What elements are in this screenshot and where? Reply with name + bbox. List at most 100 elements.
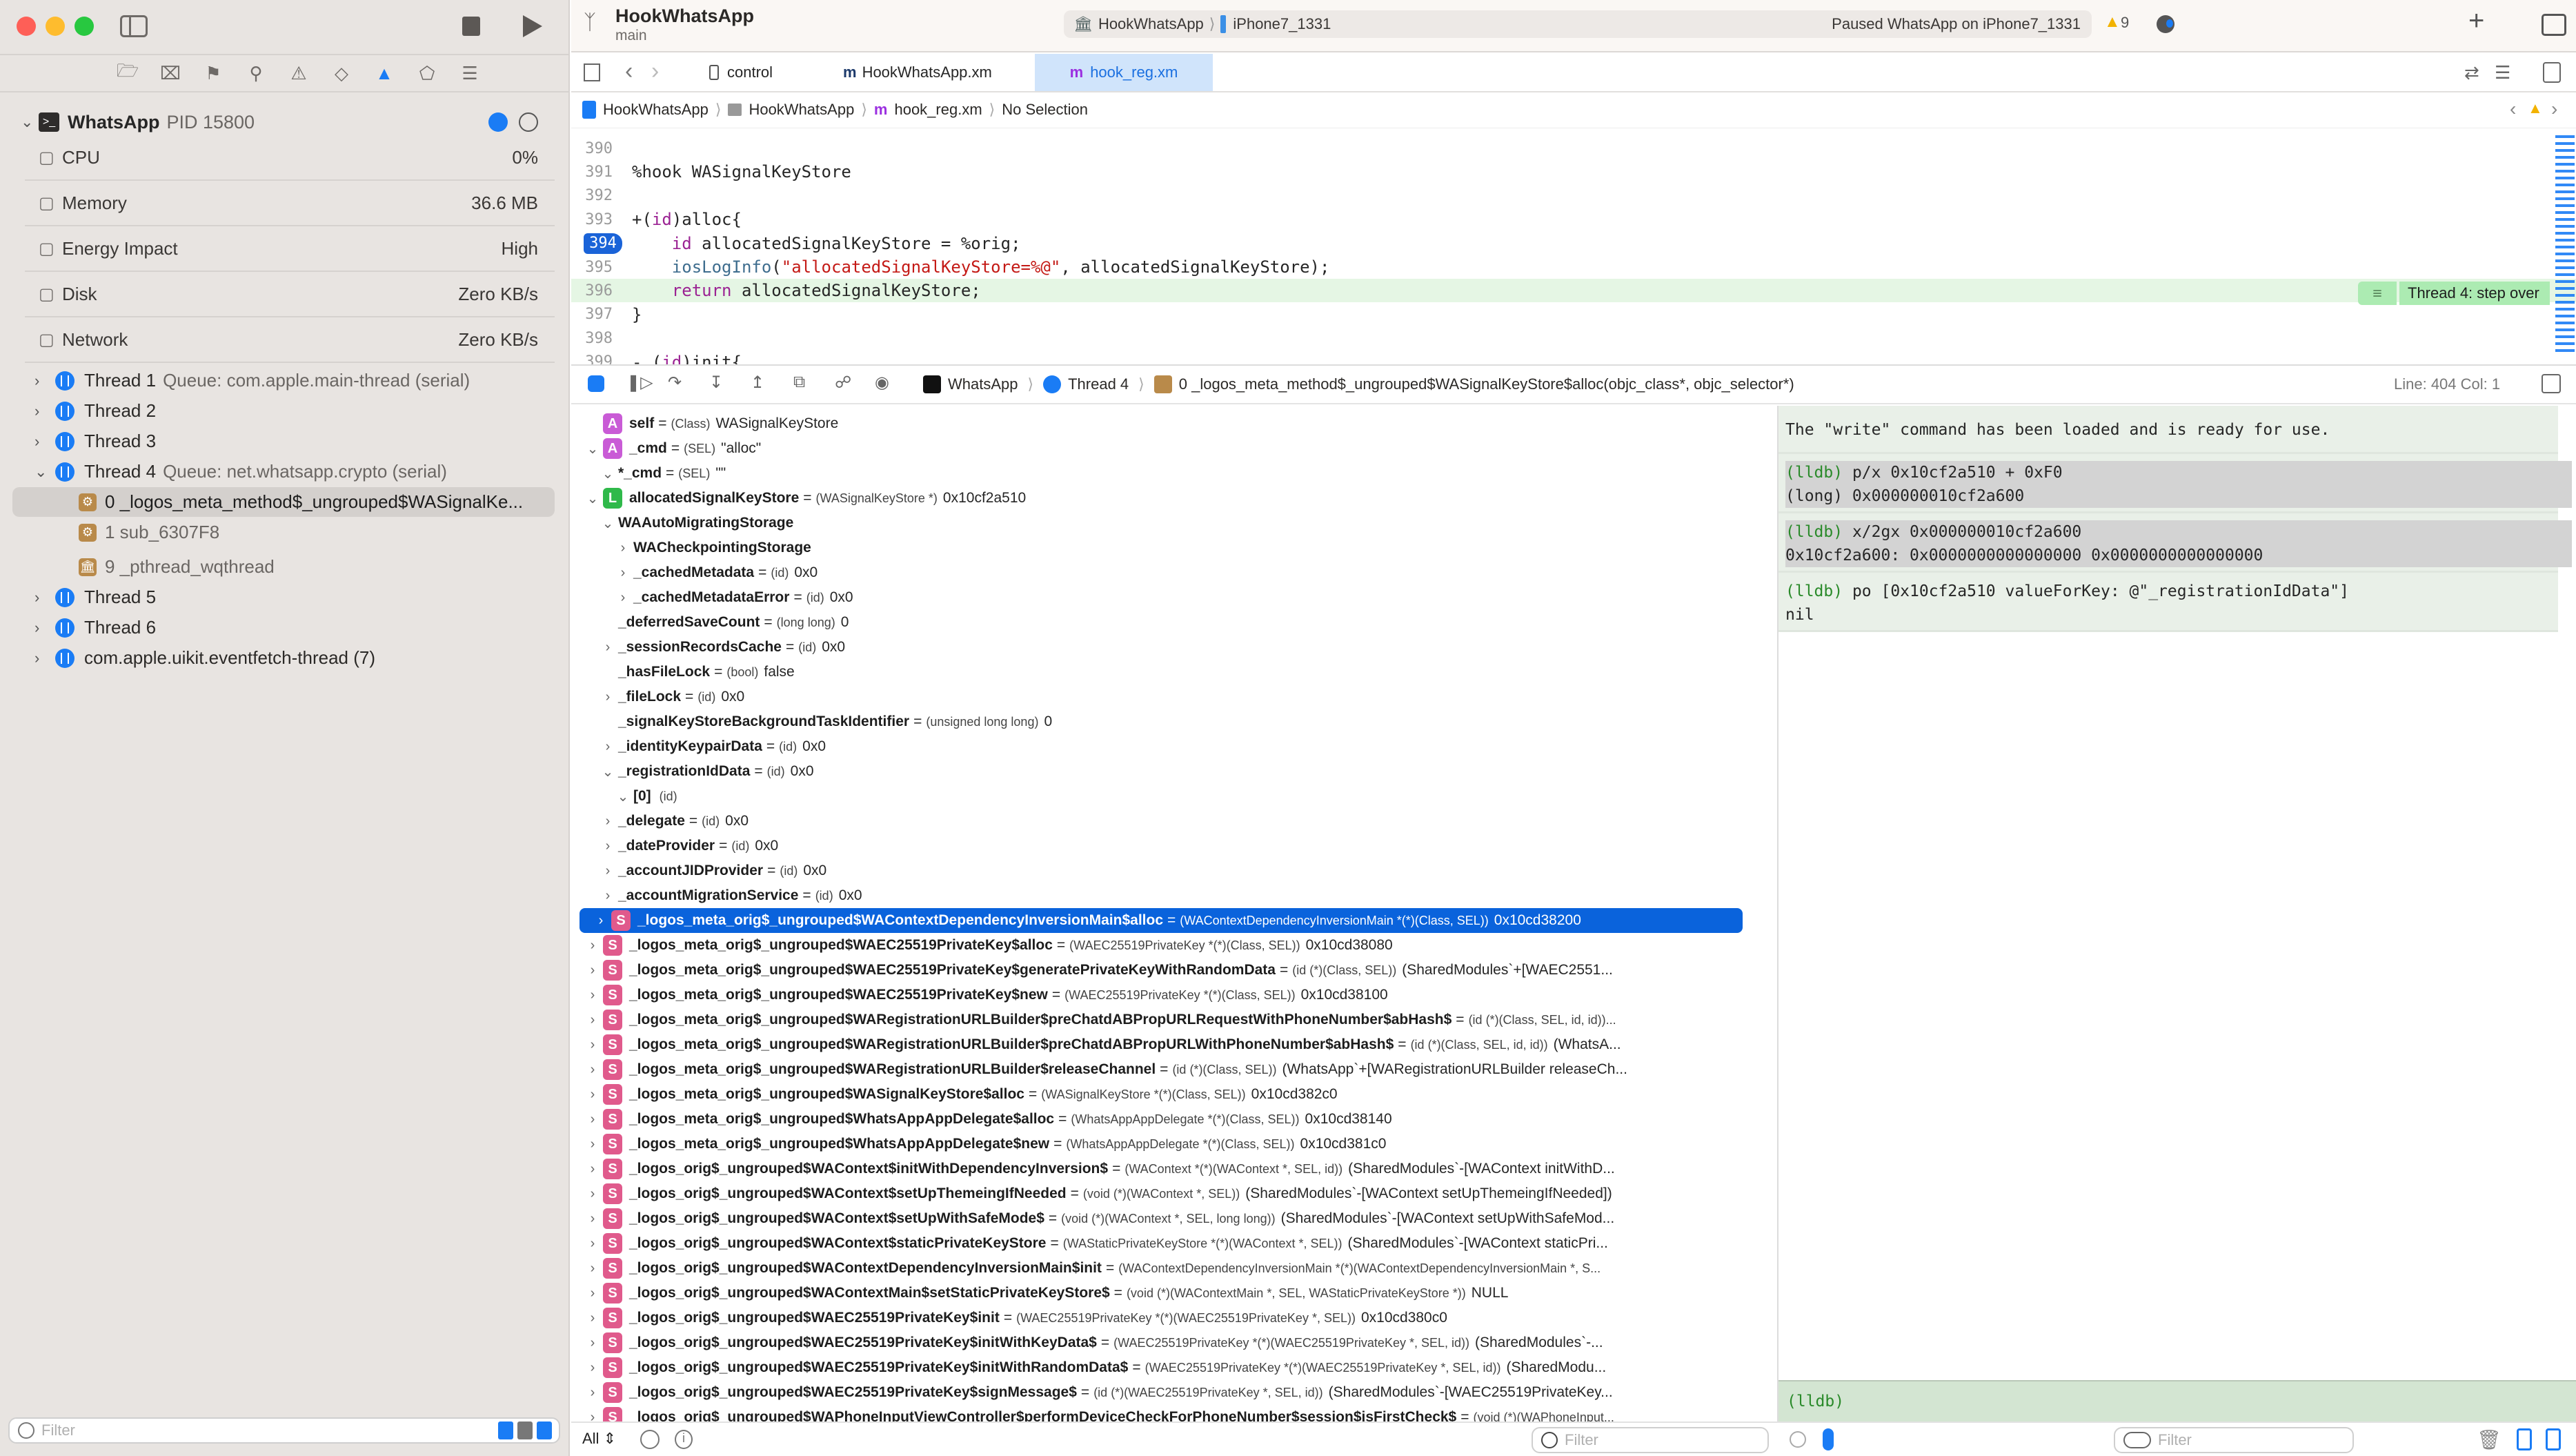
code-line[interactable]: 393 +(id)alloc{ xyxy=(571,208,2576,231)
variable-row[interactable]: › WACheckpointingStorage xyxy=(571,535,1744,560)
variable-row[interactable]: _hasFileLock = (bool) false xyxy=(571,660,1744,685)
variable-row[interactable]: › S _logos_meta_orig$_ungrouped$WAEC25519P… xyxy=(571,933,1744,958)
variable-row[interactable]: › S _logos_meta_orig$_ungrouped$WARegistra… xyxy=(571,1007,1744,1032)
variable-row[interactable]: › _accountMigrationService = (id) 0x0 xyxy=(571,883,1744,908)
variable-row[interactable]: ⌄ WAAutoMigratingStorage xyxy=(571,511,1744,535)
variable-row[interactable]: › S _logos_orig$_ungrouped$WAEC25519Privat… xyxy=(571,1330,1744,1355)
debugbar-process[interactable]: WhatsApp xyxy=(948,375,1018,393)
zoom-window-button[interactable] xyxy=(75,17,94,36)
close-window-button[interactable] xyxy=(17,17,36,36)
variable-row[interactable]: › _cachedMetadataError = (id) 0x0 xyxy=(571,585,1744,610)
tab-control[interactable]: control xyxy=(709,54,773,91)
code-line[interactable]: 398 xyxy=(571,326,2576,350)
minimap-scrollbar[interactable] xyxy=(2555,135,2575,356)
chevron-right-icon[interactable]: › xyxy=(597,888,618,904)
scheme-selector[interactable]: HookWhatsApp xyxy=(1098,15,1204,33)
queue-toggle[interactable] xyxy=(537,1421,552,1439)
back-icon[interactable]: ‹ xyxy=(625,58,633,85)
variable-row[interactable]: _deferredSaveCount = (long long) 0 xyxy=(571,610,1744,635)
chevron-right-icon[interactable]: › xyxy=(34,402,52,420)
breakpoint-icon[interactable]: ⬠ xyxy=(417,63,437,83)
warning-icon[interactable]: ▲ xyxy=(2104,12,2121,32)
variable-row[interactable]: › S _logos_orig$_ungrouped$WAEC25519Privat… xyxy=(571,1380,1744,1405)
chevron-down-icon[interactable]: ⌄ xyxy=(21,113,39,131)
variable-row[interactable]: ⌄ [0] (id) xyxy=(571,784,1744,809)
variables-scope-select[interactable]: All ⇕ xyxy=(582,1430,616,1448)
resource-row-network[interactable]: ▢ Network Zero KB/s xyxy=(25,317,555,363)
variable-row[interactable]: › S _logos_meta_orig$_ungrouped$WhatsAppAp… xyxy=(571,1132,1744,1157)
breadcrumb-symbol[interactable]: No Selection xyxy=(1002,101,1088,119)
chevron-right-icon[interactable]: › xyxy=(582,1236,603,1252)
step-out-icon[interactable]: ↥ xyxy=(751,373,764,393)
variable-row[interactable]: › S _logos_meta_orig$_ungrouped$WhatsAppAp… xyxy=(571,1107,1744,1132)
chevron-right-icon[interactable]: › xyxy=(597,689,618,705)
line-number[interactable]: 391 xyxy=(571,164,622,181)
chevron-down-icon[interactable]: ⌄ xyxy=(34,463,52,481)
chevron-right-icon[interactable]: › xyxy=(582,1037,603,1053)
chevron-right-icon[interactable]: › xyxy=(597,739,618,755)
chevron-right-icon[interactable]: › xyxy=(582,1062,603,1078)
resource-row-energy-impact[interactable]: ▢ Energy Impact High xyxy=(25,226,555,272)
bookmark-icon[interactable]: ⚑ xyxy=(204,63,223,83)
quick-look-icon[interactable] xyxy=(1790,1431,1806,1448)
line-number[interactable]: 399 xyxy=(571,353,622,364)
chevron-right-icon[interactable]: › xyxy=(582,1310,603,1326)
thread-row[interactable]: › Thread 2 xyxy=(34,396,555,426)
minimize-window-button[interactable] xyxy=(46,17,65,36)
chevron-right-icon[interactable]: › xyxy=(597,814,618,829)
code-line[interactable]: 392 xyxy=(571,184,2576,208)
step-into-icon[interactable]: ↧ xyxy=(709,373,723,393)
chevron-right-icon[interactable]: › xyxy=(582,1137,603,1152)
breakpoint-marker[interactable]: 394 xyxy=(584,233,622,254)
variable-row[interactable]: › _cachedMetadata = (id) 0x0 xyxy=(571,560,1744,585)
chevron-right-icon[interactable]: › xyxy=(582,1087,603,1103)
add-icon[interactable]: + xyxy=(2468,6,2484,37)
code-line[interactable]: 397} xyxy=(571,303,2576,326)
chevron-right-icon[interactable]: › xyxy=(34,433,52,451)
variables-filter[interactable]: Filter xyxy=(1532,1427,1769,1453)
chevron-right-icon[interactable]: › xyxy=(582,1410,603,1422)
chevron-right-icon[interactable]: › xyxy=(34,619,52,637)
warning-icon[interactable]: ⚠ xyxy=(289,63,308,83)
code-line[interactable]: 390 xyxy=(571,137,2576,160)
chevron-right-icon[interactable]: › xyxy=(582,1286,603,1301)
stack-frame[interactable]: ⚙ 0 _logos_meta_method$_ungrouped$WASigna… xyxy=(12,487,555,517)
variable-row[interactable]: › S _logos_orig$_ungrouped$WAContext$setUp… xyxy=(571,1206,1744,1231)
variable-row[interactable]: _signalKeyStoreBackgroundTaskIdentifier =… xyxy=(571,709,1744,734)
variable-row[interactable]: › S _logos_meta_orig$_ungrouped$WAContextD… xyxy=(579,908,1743,933)
continue-icon[interactable]: ❚▷ xyxy=(626,373,653,393)
line-number[interactable]: 395 xyxy=(571,259,622,276)
console-input[interactable]: (lldb) xyxy=(1779,1380,2576,1421)
print-description-icon[interactable] xyxy=(1823,1428,1834,1450)
variable-row[interactable]: ⌄ LallocatedSignalKeyStore = (WASignalKeySt… xyxy=(571,486,1744,511)
chevron-down-icon[interactable]: ⌄ xyxy=(597,763,618,780)
variable-row[interactable]: ⌄ *_cmd = (SEL) "" xyxy=(571,461,1744,486)
navigator-filter[interactable]: Filter xyxy=(8,1417,560,1444)
line-number[interactable]: 398 xyxy=(571,330,622,347)
debugbar-frame[interactable]: 0 _logos_meta_method$_ungrouped$WASignal… xyxy=(1179,375,1794,393)
variable-row[interactable]: › S _logos_orig$_ungrouped$WAEC25519Privat… xyxy=(571,1306,1744,1330)
chevron-right-icon[interactable]: › xyxy=(582,987,603,1003)
step-over-icon[interactable]: ↷ xyxy=(668,373,682,393)
chevron-right-icon[interactable]: › xyxy=(582,1385,603,1401)
thread-row[interactable]: › Thread 1 Queue: com.apple.main-thread (s… xyxy=(34,366,555,395)
chevron-right-icon[interactable]: › xyxy=(34,372,52,390)
resource-row-disk[interactable]: ▢ Disk Zero KB/s xyxy=(25,272,555,317)
variable-row[interactable]: › _identityKeypairData = (id) 0x0 xyxy=(571,734,1744,759)
variable-row[interactable]: › _sessionRecordsCache = (id) 0x0 xyxy=(571,635,1744,660)
forward-icon[interactable]: › xyxy=(651,58,659,85)
chevron-right-icon[interactable]: › xyxy=(582,1211,603,1227)
code-line[interactable]: 399 - (id)init{ xyxy=(571,351,2576,364)
code-line[interactable]: 394 id allocatedSignalKeyStore = %orig; xyxy=(571,232,2576,255)
variable-row[interactable]: › S _logos_meta_orig$_ungrouped$WARegistra… xyxy=(571,1032,1744,1057)
filter-options-icon[interactable] xyxy=(2123,1432,2151,1448)
chevron-down-icon[interactable]: ⌄ xyxy=(597,515,618,532)
cloud-status-icon[interactable] xyxy=(2157,15,2174,33)
stop-icon[interactable] xyxy=(462,17,480,36)
chevron-down-icon[interactable]: ⌄ xyxy=(613,788,633,805)
chevron-down-icon[interactable]: ⌄ xyxy=(582,440,603,458)
warning-count[interactable]: 9 xyxy=(2121,14,2129,32)
chevron-right-icon[interactable]: › xyxy=(582,1335,603,1351)
variable-row[interactable]: › S _logos_orig$_ungrouped$WAEC25519Privat… xyxy=(571,1355,1744,1380)
line-number[interactable]: 392 xyxy=(571,187,622,204)
